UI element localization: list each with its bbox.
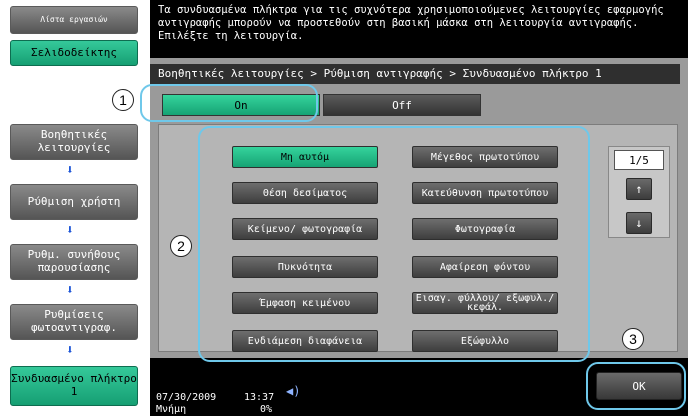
- bookmark-button[interactable]: Σελιδοδείκτης: [10, 40, 138, 66]
- callout-frame-2: [198, 126, 590, 362]
- callout-frame-3: [586, 362, 686, 410]
- page-indicator: 1/5: [614, 150, 664, 170]
- sidebar-item-copy-setting[interactable]: Ρυθμίσεις φωτοαντιγραφ.: [10, 304, 138, 340]
- sidebar-item-display-setting[interactable]: Ρυθμ. συνήθους παρουσίασης: [10, 244, 138, 280]
- arrow-down-icon: ⬇: [66, 283, 74, 298]
- arrow-down-icon: ⬇: [66, 223, 74, 238]
- callout-number-2: 2: [170, 235, 192, 257]
- page-down-button[interactable]: ↓: [626, 212, 652, 234]
- callout-number-1: 1: [112, 89, 134, 111]
- sidebar-item-combined-key[interactable]: Συνδυασμένο πλήκτρο 1: [10, 366, 138, 406]
- callout-number-3: 3: [622, 328, 644, 350]
- date-text: 07/30/2009: [156, 392, 217, 403]
- instruction-message: Τα συνδυασμένα πλήκτρα για τις συχνότερα…: [150, 0, 688, 58]
- page-up-button[interactable]: ↑: [626, 178, 652, 200]
- arrow-down-icon: ↓: [635, 216, 643, 230]
- breadcrumb: Βοηθητικές λειτουργίες > Ρύθμιση αντιγρα…: [150, 64, 680, 84]
- sidebar-item-user-setting[interactable]: Ρύθμιση χρήστη: [10, 184, 138, 220]
- sidebar-item-utility[interactable]: Βοηθητικές λειτουργίες: [10, 124, 138, 160]
- job-list-button[interactable]: Λίστα εργασιών: [10, 6, 138, 34]
- arrow-down-icon: ⬇: [66, 343, 74, 358]
- left-navigation: Λίστα εργασιών Σελιδοδείκτης Βοηθητικές …: [0, 0, 148, 416]
- memory-value: 0%: [260, 404, 273, 415]
- time-text: 13:37: [244, 392, 275, 403]
- arrow-down-icon: ⬇: [66, 163, 74, 178]
- off-button[interactable]: Off: [323, 94, 481, 116]
- arrow-up-icon: ↑: [635, 182, 643, 196]
- memory-label: Μνήμη: [156, 404, 187, 415]
- speaker-icon: ◀): [286, 384, 301, 398]
- callout-frame-1: [140, 84, 318, 122]
